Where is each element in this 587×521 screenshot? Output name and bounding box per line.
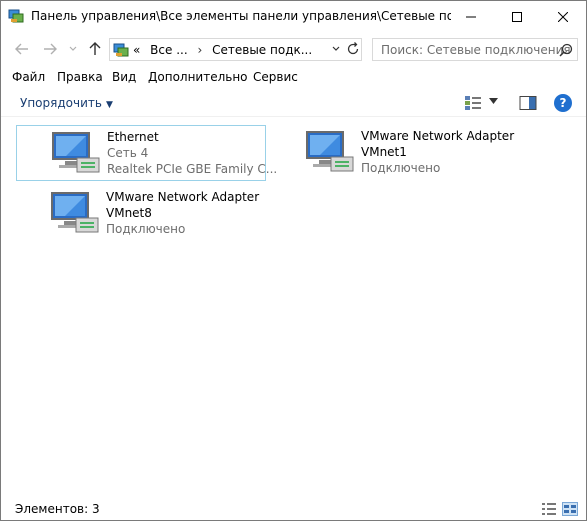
close-button[interactable] [540,1,586,32]
connection-network: VMnet8 [106,206,152,220]
maximize-icon [512,11,522,22]
address-bar[interactable]: « Все ... › Сетевые подк... [109,38,362,61]
view-options-button[interactable] [489,97,498,107]
breadcrumb: « Все ... › Сетевые подк... [133,43,318,57]
connection-name: Ethernet [107,130,159,144]
connection-status: Подключено [361,161,441,175]
refresh-icon [347,42,359,55]
help-icon[interactable]: ? [554,94,572,112]
connection-device: Realtek PCIe GBE Family C... [107,162,278,176]
breadcrumb-item-all[interactable]: Все ... [150,43,187,57]
status-bar: Элементов: 3 [1,497,586,520]
arrow-up-icon [89,42,101,55]
tiles-view-icon[interactable] [562,502,578,516]
connection-status: Подключено [106,222,186,236]
connection-name: VMware Network Adapter [361,129,515,143]
item-count: Элементов: 3 [15,502,100,516]
chevron-down-icon [69,46,77,51]
menu-item-tools[interactable]: Сервис [253,70,298,84]
forward-button[interactable] [41,40,59,58]
organize-button[interactable]: Упорядочить ▼ [20,96,113,110]
network-adapter-icon [306,131,354,172]
command-bar: Упорядочить ▼ ? [1,89,586,117]
preview-pane-icon[interactable] [519,95,537,111]
network-adapter-icon [52,132,100,173]
back-button[interactable] [13,40,31,58]
caret-down-icon [489,98,498,104]
change-view-icon[interactable] [464,95,482,111]
connections-view: Ethernet Сеть 4 Realtek PCIe GBE Family … [1,118,586,492]
recent-locations-button[interactable] [64,40,82,58]
network-adapter-icon [51,192,99,233]
control-panel-icon [8,9,24,23]
organize-label: Упорядочить [20,96,102,110]
connection-name: VMware Network Adapter [106,190,260,204]
arrow-left-icon [15,43,28,55]
arrow-right-icon [44,43,57,55]
maximize-button[interactable] [494,1,540,32]
connection-tile[interactable]: VMware Network Adapter VMnet1 Подключено [271,125,521,181]
menu-item-advanced[interactable]: Дополнительно [148,70,248,84]
window: Панель управления\Все элементы панели уп… [0,0,587,521]
address-history-button[interactable] [332,45,340,55]
search-icon[interactable] [559,43,573,57]
search-input[interactable]: Поиск: Сетевые подключения [372,38,578,61]
menu-bar: Файл Правка Вид Дополнительно Сервис [1,66,586,88]
address-row: « Все ... › Сетевые подк... Поиск: Сетев… [1,32,586,66]
refresh-button[interactable] [346,42,362,58]
details-view-icon[interactable] [541,502,557,516]
control-panel-icon [113,43,129,57]
title-bar: Панель управления\Все элементы панели уп… [1,1,586,32]
connection-network: Сеть 4 [107,146,149,160]
up-button[interactable] [86,40,104,58]
breadcrumb-overflow[interactable]: « [133,43,140,57]
connection-network: VMnet1 [361,145,407,159]
minimize-button[interactable] [448,1,494,32]
connection-info: VMware Network Adapter VMnet8 Подключено [106,189,259,237]
close-icon [558,11,568,22]
minimize-icon [466,16,476,17]
connection-tile[interactable]: Ethernet Сеть 4 Realtek PCIe GBE Family … [16,125,277,181]
menu-item-file[interactable]: Файл [12,70,45,84]
connection-info: VMware Network Adapter VMnet1 Подключено [361,128,514,176]
chevron-down-icon [332,46,340,51]
menu-item-view[interactable]: Вид [112,70,136,84]
menu-item-edit[interactable]: Правка [57,70,103,84]
window-title: Панель управления\Все элементы панели уп… [31,9,451,23]
breadcrumb-item-network[interactable]: Сетевые подк... [212,43,312,57]
search-placeholder: Поиск: Сетевые подключения [381,43,571,57]
breadcrumb-separator[interactable]: › [197,43,202,57]
connection-info: Ethernet Сеть 4 Realtek PCIe GBE Family … [107,129,277,177]
connection-tile[interactable]: VMware Network Adapter VMnet8 Подключено [16,186,266,242]
caret-down-icon: ▼ [105,100,113,110]
